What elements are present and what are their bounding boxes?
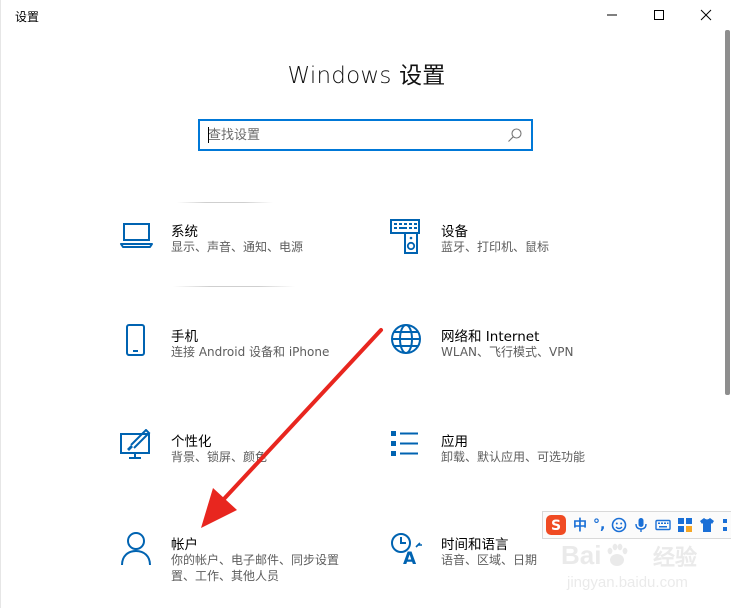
laptop-icon — [120, 223, 153, 248]
search-box[interactable] — [198, 119, 533, 151]
tile-description-line: 置、工作、其他人员 — [171, 569, 280, 583]
tile-description: WLAN、飞行模式、VPN — [441, 345, 574, 359]
text-caret — [208, 127, 209, 143]
ime-toolbar[interactable]: S 中 °, — [542, 511, 731, 539]
tile-system[interactable]: 系统 显示、声音、通知、电源 — [119, 219, 389, 279]
person-icon — [121, 532, 151, 566]
tile-description: 连接 Android 设备和 iPhone — [171, 345, 330, 359]
settings-window: 设置 Windows 设置 系统 显示、声音、通知、电源 — [0, 0, 731, 608]
tile-phone[interactable]: 手机 连接 Android 设备和 iPhone — [119, 324, 389, 384]
time-language-icon: A — [391, 533, 422, 568]
page-title: Windows 设置 — [287, 63, 446, 89]
tile-personalization[interactable]: 个性化 背景、锁屏、颜色 — [119, 429, 389, 489]
maximize-icon — [654, 10, 664, 20]
toolbox-icon[interactable] — [677, 517, 693, 533]
tile-description-line: 你的帐户、电子邮件、同步设置 — [171, 553, 340, 567]
microphone-icon[interactable] — [633, 517, 649, 533]
tile-description: 背景、锁屏、颜色 — [171, 450, 268, 464]
tile-accounts[interactable]: 帐户 你的帐户、电子邮件、同步设置 置、工作、其他人员 — [119, 532, 389, 592]
app-title: 设置 — [15, 10, 40, 24]
maximize-button[interactable] — [636, 0, 682, 30]
tile-title: 系统 — [171, 224, 198, 240]
close-icon — [700, 9, 712, 21]
tile-apps[interactable]: 应用 卸载、默认应用、可选功能 — [389, 429, 659, 489]
keyboard-icon[interactable] — [655, 517, 672, 533]
tile-description: 蓝牙、打印机、鼠标 — [441, 240, 550, 254]
svg-text:A: A — [403, 549, 417, 568]
devices-icon — [390, 219, 420, 254]
watermark-logo: Bai — [561, 540, 602, 570]
tile-description: 语音、区域、日期 — [441, 553, 538, 567]
watermark-jingyan: 经验 — [653, 546, 698, 571]
watermark-url: jingyan.baidu.com — [567, 574, 688, 591]
svg-text:S: S — [551, 518, 561, 534]
tile-description: 显示、声音、通知、电源 — [171, 240, 304, 254]
minimize-icon — [607, 14, 617, 16]
title-bar[interactable]: 设置 — [1, 0, 731, 30]
tile-title: 设备 — [441, 224, 468, 240]
divider — [173, 286, 295, 287]
tile-title: 时间和语言 — [441, 537, 509, 553]
tile-title: 应用 — [441, 434, 468, 450]
tile-network[interactable]: 网络和 Internet WLAN、飞行模式、VPN — [389, 324, 659, 384]
minimize-button[interactable] — [589, 0, 635, 30]
close-button[interactable] — [683, 0, 729, 30]
ime-mode-toggle[interactable]: 中 — [573, 515, 587, 535]
skin-shirt-icon[interactable] — [699, 517, 715, 533]
baidu-paw-icon — [607, 543, 628, 566]
baidu-jingyan-watermark: Bai 经验 jingyan.baidu.com — [561, 540, 731, 604]
scrollbar[interactable] — [725, 30, 730, 395]
tile-description: 你的帐户、电子邮件、同步设置 置、工作、其他人员 — [171, 552, 339, 584]
tile-devices[interactable]: 设备 蓝牙、打印机、鼠标 — [389, 219, 659, 279]
emoji-icon[interactable] — [611, 517, 627, 533]
divider — [177, 202, 273, 203]
personalization-icon — [120, 429, 151, 459]
tile-title: 个性化 — [171, 434, 212, 450]
sogou-logo-icon[interactable]: S — [545, 512, 567, 538]
globe-icon — [391, 324, 421, 354]
ime-punctuation-toggle[interactable]: °, — [593, 517, 605, 533]
apps-icon — [391, 431, 418, 456]
tile-title: 网络和 Internet — [441, 329, 540, 345]
search-icon[interactable] — [507, 127, 523, 143]
grid-menu-icon[interactable] — [721, 517, 731, 533]
phone-icon — [126, 324, 145, 356]
tile-description: 卸载、默认应用、可选功能 — [441, 450, 586, 464]
search-input[interactable] — [208, 121, 498, 149]
tile-title: 手机 — [171, 329, 198, 345]
tile-title: 帐户 — [171, 537, 198, 553]
